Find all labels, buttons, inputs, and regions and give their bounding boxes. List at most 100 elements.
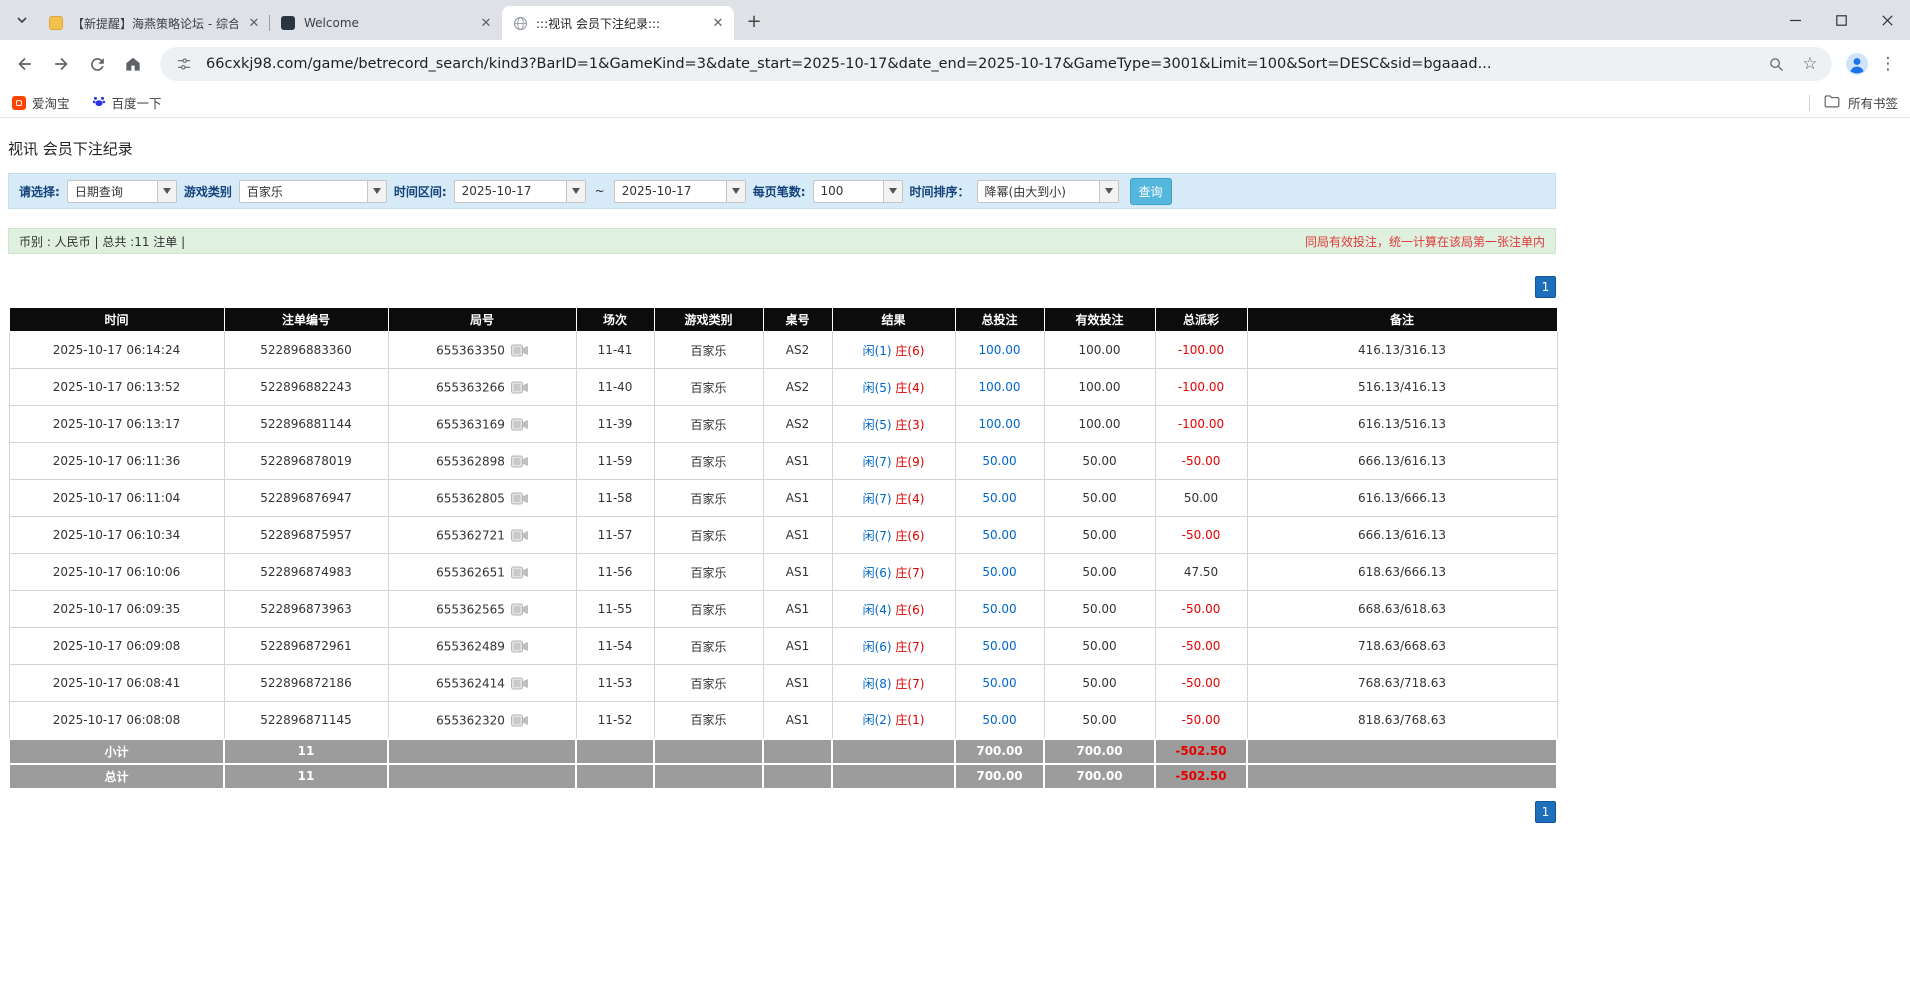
dropdown-arrow-icon[interactable] (367, 181, 386, 202)
video-replay-icon[interactable] (511, 714, 528, 727)
pagination-top: 1 (8, 276, 1556, 298)
currency-summary: 币别 : 人民币 | 总共 :11 注单 | (19, 233, 185, 250)
total-bet-link[interactable]: 50.00 (982, 454, 1016, 468)
per-page-select[interactable]: 100 (813, 180, 903, 203)
per-page-label: 每页笔数: (753, 183, 806, 200)
cell-table-no: AS1 (763, 480, 832, 517)
video-replay-icon[interactable] (511, 640, 528, 653)
total-bet-link[interactable]: 50.00 (982, 602, 1016, 616)
result-player: 闲(6) (863, 566, 892, 580)
folder-icon (1824, 94, 1840, 111)
home-icon[interactable] (118, 49, 148, 79)
close-button[interactable] (1864, 0, 1910, 40)
tab-bet-record[interactable]: :::视讯 会员下注纪录::: ✕ (502, 6, 734, 40)
cell-valid-bet: 100.00 (1044, 369, 1155, 406)
forward-icon[interactable] (46, 49, 76, 79)
video-replay-icon[interactable] (511, 529, 528, 542)
back-icon[interactable] (10, 49, 40, 79)
video-replay-icon[interactable] (511, 677, 528, 690)
dropdown-arrow-icon[interactable] (726, 181, 745, 202)
cell-table-no: AS2 (763, 332, 832, 369)
address-bar[interactable]: 66cxkj98.com/game/betrecord_search/kind3… (160, 47, 1832, 81)
dropdown-arrow-icon[interactable] (566, 181, 585, 202)
reload-icon[interactable] (82, 49, 112, 79)
total-bet-link[interactable]: 100.00 (979, 380, 1021, 394)
cell-table-no: AS1 (763, 628, 832, 665)
column-header: 局号 (388, 308, 576, 332)
cell-round-id: 655362414 (388, 665, 576, 702)
cell-total-bet: 50.00 (955, 591, 1044, 628)
sort-select[interactable]: 降幂(由大到小) (977, 180, 1119, 203)
video-replay-icon[interactable] (511, 344, 528, 357)
cell-valid-bet: 50.00 (1044, 591, 1155, 628)
result-player: 闲(1) (863, 344, 892, 358)
column-header: 备注 (1247, 308, 1557, 332)
cell-table-no: AS1 (763, 702, 832, 739)
page-1-button[interactable]: 1 (1535, 276, 1556, 298)
video-replay-icon[interactable] (511, 492, 528, 505)
video-replay-icon[interactable] (511, 455, 528, 468)
dropdown-arrow-icon[interactable] (1099, 181, 1118, 202)
tab-close-icon[interactable]: ✕ (710, 15, 726, 31)
cell-result: 闲(7) 庄(9) (832, 443, 955, 480)
cell-session: 11-39 (576, 406, 654, 443)
video-replay-icon[interactable] (511, 603, 528, 616)
cell-time: 2025-10-17 06:10:34 (9, 517, 224, 554)
dropdown-arrow-icon[interactable] (883, 181, 902, 202)
video-replay-icon[interactable] (511, 418, 528, 431)
round-number: 655362721 (436, 528, 505, 542)
cell-bet-id: 522896875957 (224, 517, 388, 554)
date-start-input[interactable]: 2025-10-17 (454, 180, 586, 203)
cell-table-no: AS1 (763, 665, 832, 702)
date-end-input[interactable]: 2025-10-17 (614, 180, 746, 203)
tab-search-button[interactable] (8, 6, 36, 34)
bookmark-star-icon[interactable]: ☆ (1798, 52, 1822, 76)
tab-forum[interactable]: 【新提醒】海燕策略论坛 - 综合 ✕ (38, 6, 270, 40)
total-bet-link[interactable]: 100.00 (979, 417, 1021, 431)
video-replay-icon[interactable] (511, 381, 528, 394)
maximize-button[interactable] (1818, 0, 1864, 40)
minimize-button[interactable] (1772, 0, 1818, 40)
page-1-button[interactable]: 1 (1535, 801, 1556, 823)
new-tab-button[interactable]: + (740, 7, 768, 35)
total-bet-link[interactable]: 50.00 (982, 565, 1016, 579)
tab-close-icon[interactable]: ✕ (478, 15, 494, 31)
video-replay-icon[interactable] (511, 566, 528, 579)
bookmark-baidu[interactable]: 百度一下 (92, 93, 162, 112)
browser-menu-icon[interactable]: ⋮ (1876, 54, 1900, 74)
round-number: 655362414 (436, 676, 505, 690)
dropdown-arrow-icon[interactable] (157, 181, 176, 202)
search-button[interactable]: 查询 (1130, 178, 1172, 205)
total-bet-link[interactable]: 100.00 (979, 343, 1021, 357)
site-settings-tune-icon[interactable] (172, 52, 196, 76)
profile-avatar-icon[interactable] (1844, 51, 1870, 77)
url-text[interactable]: 66cxkj98.com/game/betrecord_search/kind3… (206, 56, 1754, 72)
total-bet-link[interactable]: 50.00 (982, 676, 1016, 690)
cell-total-bet: 50.00 (955, 443, 1044, 480)
search-lens-icon[interactable] (1764, 52, 1788, 76)
cell-game-type: 百家乐 (654, 406, 763, 443)
bookmark-taobao[interactable]: 爱淘宝 (12, 93, 70, 112)
all-bookmarks[interactable]: 所有书签 (1809, 93, 1898, 112)
query-mode-select[interactable]: 日期查询 (67, 180, 177, 203)
bet-row: 2025-10-17 06:13:52522896882243655363266… (9, 369, 1557, 406)
game-type-select[interactable]: 百家乐 (239, 180, 387, 203)
column-header: 总派彩 (1155, 308, 1247, 332)
result-banker: 庄(7) (895, 640, 924, 654)
cell-time: 2025-10-17 06:08:41 (9, 665, 224, 702)
subtotal-total-bet: 700.00 (955, 739, 1044, 764)
cell-round-id: 655362721 (388, 517, 576, 554)
result-player: 闲(2) (863, 713, 892, 727)
tab-welcome[interactable]: Welcome ✕ (270, 6, 502, 40)
cell-game-type: 百家乐 (654, 702, 763, 739)
total-bet-link[interactable]: 50.00 (982, 713, 1016, 727)
date-range-label: 时间区间: (394, 183, 447, 200)
total-bet-link[interactable]: 50.00 (982, 491, 1016, 505)
tab-close-icon[interactable]: ✕ (246, 15, 262, 31)
total-bet-link[interactable]: 50.00 (982, 639, 1016, 653)
round-number: 655362320 (436, 713, 505, 727)
welcome-favicon-icon (280, 15, 296, 31)
round-number: 655363266 (436, 380, 505, 394)
cell-payout: -50.00 (1155, 702, 1247, 739)
total-bet-link[interactable]: 50.00 (982, 528, 1016, 542)
